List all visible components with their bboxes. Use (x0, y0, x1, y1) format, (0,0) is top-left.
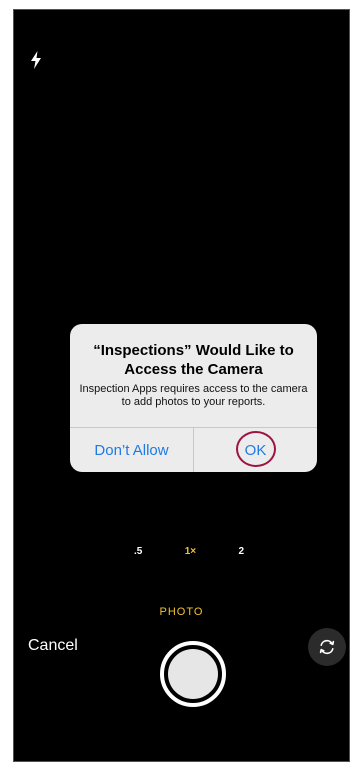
zoom-selector: .5 1× 2 (134, 546, 244, 557)
shutter-button[interactable] (160, 641, 226, 707)
bolt-icon[interactable] (28, 50, 44, 70)
shutter-inner (168, 649, 218, 699)
zoom-2x[interactable]: 2 (238, 546, 244, 557)
ok-highlight-circle (235, 431, 276, 467)
alert-title: “Inspections” Would Like to Access the C… (93, 342, 294, 378)
alert-actions: Don’t Allow OK (70, 427, 317, 472)
flip-camera-button[interactable] (308, 628, 346, 666)
cancel-button[interactable]: Cancel (28, 637, 78, 655)
mode-photo[interactable]: PHOTO (14, 606, 349, 618)
camera-screen: “Inspections” Would Like to Access the C… (13, 9, 350, 762)
ok-button[interactable]: OK (194, 428, 317, 472)
zoom-1x[interactable]: 1× (185, 546, 196, 557)
dont-allow-button[interactable]: Don’t Allow (70, 428, 194, 472)
alert-message: Inspection Apps requires access to the c… (79, 383, 308, 408)
dont-allow-label: Don’t Allow (94, 441, 169, 459)
zoom-0-5x[interactable]: .5 (134, 546, 142, 557)
camera-flip-icon (319, 639, 335, 655)
camera-permission-alert: “Inspections” Would Like to Access the C… (70, 324, 317, 472)
